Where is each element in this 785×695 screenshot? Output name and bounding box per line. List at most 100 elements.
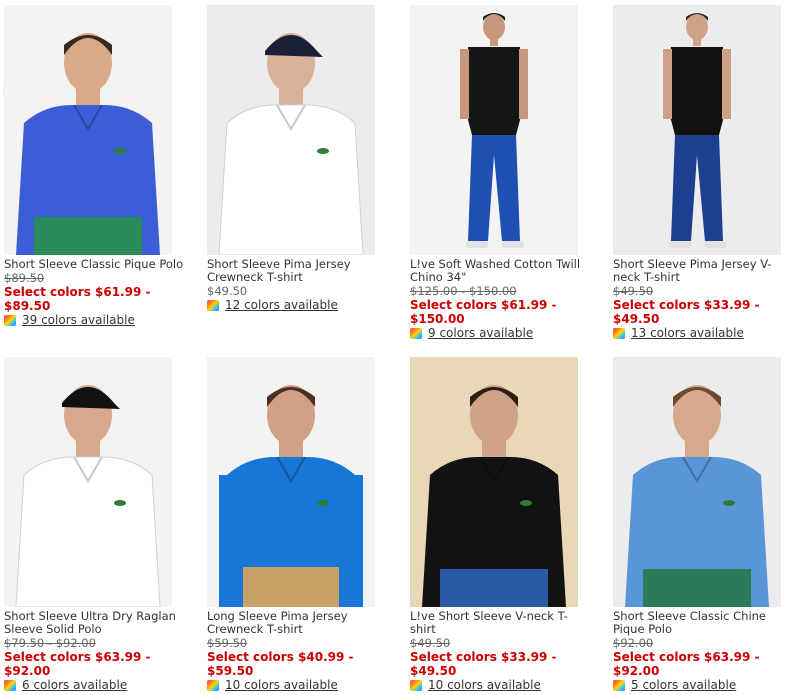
colors-link[interactable]: 13 colors available [631,326,744,340]
product-card[interactable]: Short Sleeve Classic Chine Pique Polo $9… [613,357,785,692]
original-price: $79.50 - $92.00 [4,636,96,650]
model-shoe-left [466,241,488,248]
crocodile-logo-icon [317,148,329,154]
crocodile-logo-icon [317,500,329,506]
colors-available[interactable]: 5 colors available [613,678,785,692]
product-name[interactable]: Short Sleeve Classic Pique Polo [4,258,194,271]
model-neck [490,38,498,46]
product-name[interactable]: L!ve Short Sleeve V-neck T-shirt [410,610,590,636]
model-head [483,14,505,40]
model-sleeve-right [343,475,363,607]
crocodile-logo-icon [114,148,126,154]
crocodile-logo-icon [114,500,126,506]
product-card[interactable]: L!ve Soft Washed Cotton Twill Chino 34" … [410,5,600,340]
model-shoe-right [705,241,727,248]
model-pants [440,569,548,607]
model-cap [62,387,120,409]
color-swatch-icon [207,299,219,311]
color-swatch-icon [4,314,16,326]
sale-price: Select colors $63.99 - $92.00 [4,650,151,678]
product-card[interactable]: Short Sleeve Pima Jersey V-neck T-shirt … [613,5,785,340]
model-arm-left [460,49,469,119]
sale-price: Select colors $40.99 - $59.50 [207,650,354,678]
model-illustration [422,385,566,607]
product-image[interactable] [4,357,172,607]
price: $49.50 [207,284,248,298]
sale-price: Select colors $61.99 - $89.50 [4,285,151,313]
sale-price: Select colors $33.99 - $49.50 [613,298,760,326]
model-pants [468,135,520,241]
model-pants [643,569,751,607]
colors-available[interactable]: 39 colors available [4,313,194,327]
model-neck [693,38,701,46]
crocodile-logo-icon [723,500,735,506]
product-image[interactable] [410,357,578,607]
colors-available[interactable]: 10 colors available [207,678,397,692]
color-swatch-icon [410,679,422,691]
colors-link[interactable]: 5 colors available [631,678,736,692]
sale-price: Select colors $33.99 - $49.50 [410,650,557,678]
product-name[interactable]: Short Sleeve Classic Chine Pique Polo [613,610,785,636]
model-illustration [625,385,769,607]
colors-available[interactable]: 6 colors available [4,678,194,692]
product-grid: ⋮ Short Sleeve Classic Pique Polo $89.50… [0,0,785,695]
product-image[interactable] [410,5,578,255]
colors-available[interactable]: 13 colors available [613,326,785,340]
model-illustration [218,33,364,255]
colors-available[interactable]: 12 colors available [207,298,397,312]
model-head [686,14,708,40]
model-pants [671,135,723,241]
original-price: $92.00 [613,636,654,650]
color-swatch-icon [613,679,625,691]
original-price: $49.50 [613,284,654,298]
product-name[interactable]: L!ve Soft Washed Cotton Twill Chino 34" [410,258,600,284]
product-name[interactable]: Long Sleeve Pima Jersey Crewneck T-shirt [207,610,397,636]
model-shirt [667,47,727,135]
color-swatch-icon [410,327,422,339]
model-shoe-right [502,241,524,248]
product-image[interactable] [613,357,781,607]
color-swatch-icon [4,679,16,691]
product-card[interactable]: Short Sleeve Classic Pique Polo $89.50 S… [4,5,194,327]
product-image[interactable] [4,5,172,255]
model-pants [34,217,142,255]
product-card[interactable]: Short Sleeve Ultra Dry Raglan Sleeve Sol… [4,357,194,692]
product-card[interactable]: Long Sleeve Pima Jersey Crewneck T-shirt… [207,357,397,692]
colors-link[interactable]: 10 colors available [428,678,541,692]
model-shoe-left [669,241,691,248]
product-name[interactable]: Short Sleeve Pima Jersey Crewneck T-shir… [207,258,397,284]
original-price: $89.50 [4,271,45,285]
product-image[interactable] [207,5,375,255]
model-illustration [219,385,363,607]
model-arm-right [722,49,731,119]
colors-link[interactable]: 39 colors available [22,313,135,327]
colors-link[interactable]: 9 colors available [428,326,533,340]
original-price: $59.50 [207,636,248,650]
colors-available[interactable]: 9 colors available [410,326,600,340]
color-swatch-icon [613,327,625,339]
model-arm-right [519,49,528,119]
colors-available[interactable]: 10 colors available [410,678,600,692]
model-arm-left [663,49,672,119]
sale-price: Select colors $63.99 - $92.00 [613,650,760,678]
colors-link[interactable]: 6 colors available [22,678,127,692]
crocodile-logo-icon [520,500,532,506]
colors-link[interactable]: 10 colors available [225,678,338,692]
product-card[interactable]: Short Sleeve Pima Jersey Crewneck T-shir… [207,5,397,312]
colors-link[interactable]: 12 colors available [225,298,338,312]
product-name[interactable]: Short Sleeve Pima Jersey V-neck T-shirt [613,258,785,284]
model-pants [243,567,339,607]
original-price: $125.00 - $150.00 [410,284,517,298]
sale-price: Select colors $61.99 - $150.00 [410,298,557,326]
model-cap [265,35,323,57]
model-illustration [663,13,731,248]
model-illustration [460,13,528,248]
product-name[interactable]: Short Sleeve Ultra Dry Raglan Sleeve Sol… [4,610,194,636]
product-image[interactable] [207,357,375,607]
original-price: $49.50 [410,636,451,650]
model-illustration [15,385,161,607]
product-image[interactable] [613,5,781,255]
model-sleeve-left [219,475,239,607]
color-swatch-icon [207,679,219,691]
product-card[interactable]: L!ve Short Sleeve V-neck T-shirt $49.50 … [410,357,600,692]
